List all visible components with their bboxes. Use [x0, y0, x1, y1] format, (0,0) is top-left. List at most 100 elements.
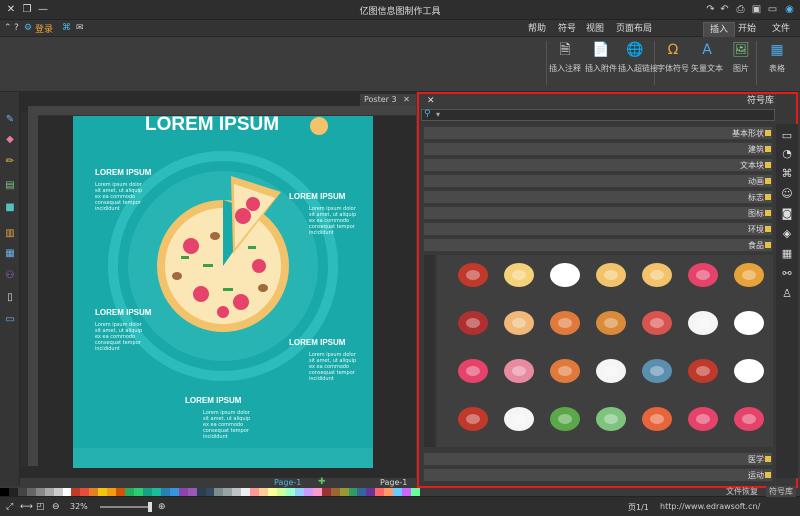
page-icon[interactable]: ▦	[4, 248, 16, 260]
poster-canvas[interactable]: LOREM IPSUM LOREM IPSUM Lorem ipsum dolo…	[73, 116, 373, 468]
symbol-tomato-slices[interactable]	[688, 407, 718, 431]
fit-page-icon[interactable]: ⤢	[6, 502, 13, 512]
close-icon[interactable]: ✕	[4, 3, 18, 16]
diamond-icon[interactable]: ◈	[779, 226, 795, 242]
tab-help[interactable]: 帮助	[522, 22, 552, 37]
tab-symbol-library[interactable]: 符号库	[766, 486, 796, 497]
symbol-ham[interactable]	[550, 311, 580, 335]
category-text-block[interactable]: 文本块	[423, 158, 773, 172]
category-environment[interactable]: 环境	[423, 222, 773, 236]
hyperlink-button[interactable]: 🌐 插入超链接	[618, 41, 658, 83]
page-tab[interactable]: Page-1	[274, 478, 301, 487]
category-icons[interactable]: 图标	[423, 206, 773, 220]
grid-icon[interactable]: ▦	[779, 246, 795, 262]
camera-icon[interactable]: ◙	[779, 206, 795, 222]
search-icon[interactable]: ⚲	[424, 109, 431, 119]
comment-panel-icon[interactable]: ▭	[4, 314, 16, 326]
minimize-icon[interactable]: —	[36, 3, 50, 16]
symbol-roast-chicken[interactable]	[596, 311, 626, 335]
close-icon[interactable]: ✕	[427, 94, 435, 108]
zoom-slider-handle[interactable]	[148, 502, 152, 512]
symbol-hamburger[interactable]	[734, 263, 764, 287]
tab-start[interactable]: 开始	[732, 22, 762, 37]
open-icon[interactable]: ▭	[766, 3, 779, 16]
symbol-sausage[interactable]	[642, 311, 672, 335]
image-button[interactable]: 🖼 图片	[724, 41, 758, 83]
symbol-chicken-leg[interactable]	[504, 311, 534, 335]
chat-icon[interactable]: ▭	[779, 128, 795, 144]
symbol-sushi-rolls[interactable]	[688, 311, 718, 335]
tab-file[interactable]: 文件	[766, 22, 796, 37]
category-sports[interactable]: 运动	[423, 468, 773, 482]
fullscreen-icon[interactable]: ◰	[36, 502, 45, 512]
symbol-carrot[interactable]	[642, 407, 672, 431]
user-icon[interactable]: ☺	[779, 186, 795, 202]
symbol-fried-egg-plate[interactable]	[504, 263, 534, 287]
tab-file-recovery[interactable]: 文件恢复	[723, 486, 761, 497]
category-building[interactable]: 建筑	[423, 142, 773, 156]
feedback-icon[interactable]: ✉	[76, 22, 84, 35]
maximize-icon[interactable]: ❐	[20, 3, 34, 16]
print-icon[interactable]: ⎙	[734, 3, 747, 16]
add-page-icon[interactable]: ✚	[318, 477, 326, 487]
zoom-slider[interactable]	[100, 506, 152, 508]
symbol-search-input[interactable]: ⚲ ▾	[421, 109, 775, 121]
fill-icon[interactable]: ■	[4, 202, 16, 214]
symbol-pizza[interactable]	[642, 263, 672, 287]
chevron-down-icon[interactable]: ⌃	[4, 22, 12, 35]
symbol-crab[interactable]	[688, 359, 718, 383]
attachment-button[interactable]: 📄 插入附件	[584, 41, 618, 83]
category-medical[interactable]: 医学	[423, 452, 773, 466]
symbol-pizza-slice[interactable]	[596, 263, 626, 287]
save-icon[interactable]: ▣	[750, 3, 763, 16]
undo-icon[interactable]: ↶	[718, 3, 731, 16]
symbol-octopus[interactable]	[504, 359, 534, 383]
symbol-bok-choy[interactable]	[596, 407, 626, 431]
category-signs[interactable]: 标志	[423, 190, 773, 204]
comment-button[interactable]: 🗎 插入注释	[548, 41, 582, 83]
symbol-steak[interactable]	[458, 311, 488, 335]
fit-width-icon[interactable]: ⟷	[20, 502, 33, 512]
symbol-shrimp[interactable]	[550, 359, 580, 383]
symbol-sushi-set[interactable]	[734, 311, 764, 335]
color-palette[interactable]	[0, 488, 421, 496]
redo-icon[interactable]: ↷	[704, 3, 717, 16]
symbol-turnip[interactable]	[504, 407, 534, 431]
tab-view[interactable]: 视图	[580, 22, 610, 37]
tab-symbol[interactable]: 符号	[552, 22, 582, 37]
chevron-down-icon[interactable]: ▾	[436, 110, 440, 119]
vector-text-button[interactable]: A 矢量文本	[690, 41, 724, 83]
symbol-radish-white[interactable]	[596, 359, 626, 383]
format-painter-icon[interactable]: ✎	[4, 114, 16, 126]
zoom-out-icon[interactable]: ⊖	[52, 502, 60, 512]
symbol-grid-scrollbar[interactable]	[424, 255, 435, 447]
replace-icon[interactable]: ⚇	[4, 270, 16, 282]
picture-icon[interactable]: ▤	[4, 180, 16, 192]
ruler-icon[interactable]: ⌘	[779, 166, 795, 182]
font-symbol-button[interactable]: Ω 字体符号	[656, 41, 690, 83]
page-tab[interactable]: Page-1	[380, 478, 407, 487]
tab-insert[interactable]: 插入	[703, 22, 736, 37]
close-icon[interactable]: ✕	[403, 95, 410, 104]
shape-style-icon[interactable]: ◆	[4, 134, 16, 146]
share-icon[interactable]: ⌘	[62, 22, 71, 35]
settings-icon[interactable]: ⚙	[24, 22, 32, 35]
pen-icon[interactable]: ✏	[4, 156, 16, 168]
symbol-tomato[interactable]	[458, 359, 488, 383]
tab-page-layout[interactable]: 页面布局	[610, 22, 658, 37]
symbol-fish[interactable]	[642, 359, 672, 383]
symbol-broccoli[interactable]	[550, 407, 580, 431]
document-tab[interactable]: Poster 3 ✕	[360, 94, 416, 106]
layer-icon[interactable]: ▥	[4, 228, 16, 240]
table-button[interactable]: ▦ 表格	[760, 41, 794, 83]
category-animation[interactable]: 动画	[423, 174, 773, 188]
color-swatch[interactable]	[411, 488, 421, 496]
category-basic-shapes[interactable]: 基本形状	[423, 126, 773, 140]
help-icon[interactable]: ?	[14, 22, 19, 35]
symbol-plate-cutlery[interactable]	[550, 263, 580, 287]
symbol-cherries[interactable]	[458, 407, 488, 431]
website-link[interactable]: http://www.edrawsoft.cn/	[660, 502, 760, 511]
zoom-in-icon[interactable]: ⊕	[158, 502, 166, 512]
symbol-radish[interactable]	[734, 407, 764, 431]
document-icon[interactable]: ▯	[4, 292, 16, 304]
